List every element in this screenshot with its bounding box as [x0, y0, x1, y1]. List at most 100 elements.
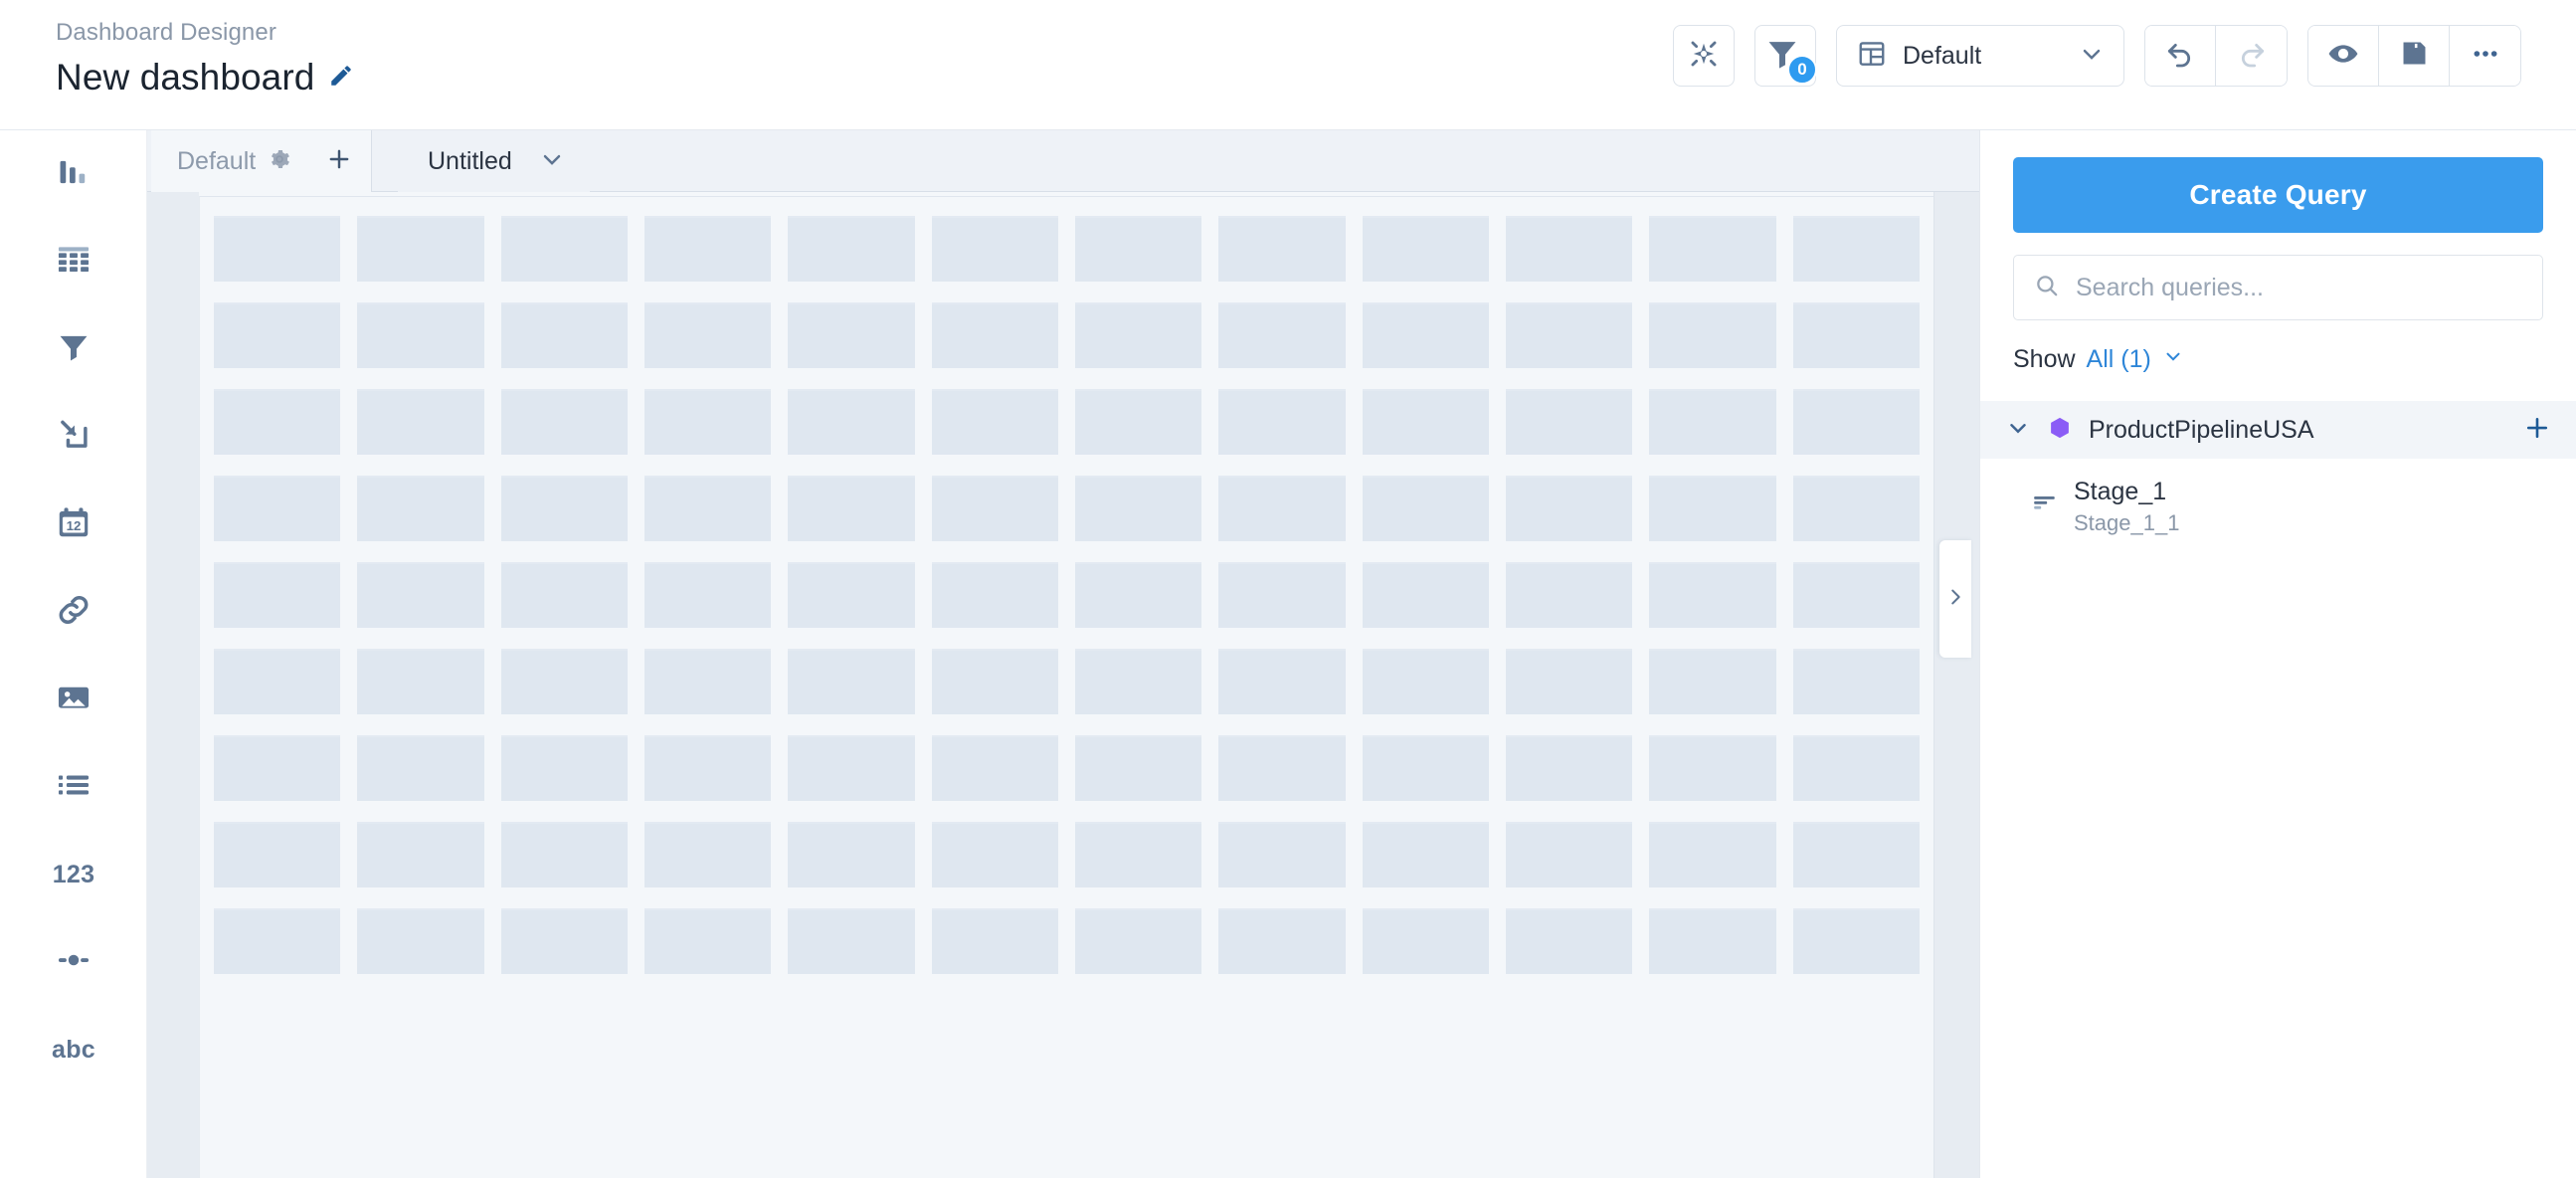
gear-icon[interactable] — [268, 147, 291, 176]
create-query-button[interactable]: Create Query — [2013, 157, 2543, 233]
grid-cell[interactable] — [357, 735, 484, 801]
grid-cell[interactable] — [931, 822, 1058, 887]
grid-cell[interactable] — [500, 562, 628, 628]
grid-cell[interactable] — [1792, 649, 1920, 714]
filter-button[interactable]: 0 — [1754, 25, 1817, 87]
grid-cell[interactable] — [1075, 822, 1202, 887]
grid-cell[interactable] — [1792, 216, 1920, 282]
grid-cell[interactable] — [1649, 389, 1776, 455]
grid-cell[interactable] — [1649, 822, 1776, 887]
grid-cell[interactable] — [1075, 389, 1202, 455]
grid-cell[interactable] — [500, 302, 628, 368]
grid-cell[interactable] — [788, 735, 915, 801]
grid-cell[interactable] — [357, 302, 484, 368]
query-item-row[interactable]: Stage_1 Stage_1_1 — [1980, 459, 2576, 551]
grid-cell[interactable] — [931, 908, 1058, 974]
preview-button[interactable] — [2308, 26, 2379, 86]
grid-cell[interactable] — [931, 649, 1058, 714]
search-queries-field[interactable] — [2013, 255, 2543, 320]
tab-default[interactable]: Default — [151, 130, 315, 192]
grid-cell[interactable] — [500, 476, 628, 541]
grid-cell[interactable] — [500, 216, 628, 282]
grid-cell[interactable] — [1075, 476, 1202, 541]
chevron-down-icon[interactable] — [2005, 415, 2031, 446]
pencil-icon[interactable] — [328, 63, 354, 94]
grid-cell[interactable] — [214, 908, 341, 974]
grid-cell[interactable] — [500, 649, 628, 714]
grid-cell[interactable] — [357, 562, 484, 628]
chevron-down-icon[interactable] — [2162, 345, 2184, 374]
grid-cell[interactable] — [1506, 562, 1633, 628]
grid-cell[interactable] — [931, 216, 1058, 282]
grid-cell[interactable] — [788, 908, 915, 974]
grid-cell[interactable] — [788, 216, 915, 282]
grid-cell[interactable] — [931, 562, 1058, 628]
grid-cell[interactable] — [357, 649, 484, 714]
grid-cell[interactable] — [1218, 216, 1346, 282]
sparkle-button[interactable] — [1673, 25, 1735, 87]
rail-item-table[interactable] — [0, 218, 147, 305]
grid-cell[interactable] — [500, 735, 628, 801]
grid-cell[interactable] — [1649, 735, 1776, 801]
canvas-board[interactable] — [199, 196, 1933, 1178]
grid-cell[interactable] — [214, 822, 341, 887]
search-input[interactable] — [2076, 273, 2522, 302]
grid-cell[interactable] — [1506, 216, 1633, 282]
grid-cell[interactable] — [357, 476, 484, 541]
grid-cell[interactable] — [1075, 216, 1202, 282]
grid-cell[interactable] — [1506, 302, 1633, 368]
grid-cell[interactable] — [1218, 908, 1346, 974]
grid-cell[interactable] — [644, 562, 772, 628]
more-options-button[interactable] — [2450, 26, 2520, 86]
grid-cell[interactable] — [214, 735, 341, 801]
grid-cell[interactable] — [1362, 302, 1489, 368]
grid-cell[interactable] — [1362, 822, 1489, 887]
grid-cell[interactable] — [214, 562, 341, 628]
rail-item-input[interactable] — [0, 393, 147, 481]
grid-cell[interactable] — [1649, 908, 1776, 974]
grid-cell[interactable] — [931, 735, 1058, 801]
rail-item-calendar[interactable]: 12 — [0, 481, 147, 568]
grid-cell[interactable] — [214, 649, 341, 714]
grid-cell[interactable] — [644, 908, 772, 974]
grid-cell[interactable] — [214, 216, 341, 282]
grid-cell[interactable] — [644, 735, 772, 801]
rail-item-number[interactable]: 123 — [0, 831, 147, 918]
rail-item-list[interactable] — [0, 743, 147, 831]
grid-cell[interactable] — [1362, 649, 1489, 714]
grid-cell[interactable] — [1506, 908, 1633, 974]
chevron-down-icon[interactable] — [538, 145, 566, 178]
rail-item-link[interactable] — [0, 568, 147, 656]
rail-item-text[interactable]: abc — [0, 1006, 147, 1093]
grid-cell[interactable] — [1075, 908, 1202, 974]
grid-cell[interactable] — [644, 216, 772, 282]
grid-cell[interactable] — [1792, 476, 1920, 541]
grid-cell[interactable] — [1792, 302, 1920, 368]
grid-cell[interactable] — [1506, 735, 1633, 801]
grid-cell[interactable] — [1792, 908, 1920, 974]
grid-cell[interactable] — [1362, 216, 1489, 282]
rail-item-image[interactable] — [0, 656, 147, 743]
add-query-icon[interactable] — [2522, 413, 2552, 448]
grid-cell[interactable] — [1218, 822, 1346, 887]
save-button[interactable] — [2379, 26, 2450, 86]
grid-cell[interactable] — [357, 216, 484, 282]
grid-cell[interactable] — [644, 302, 772, 368]
grid-cell[interactable] — [1649, 216, 1776, 282]
grid-cell[interactable] — [357, 822, 484, 887]
grid-cell[interactable] — [1218, 476, 1346, 541]
grid-cell[interactable] — [357, 908, 484, 974]
grid-cell[interactable] — [1362, 476, 1489, 541]
grid-cell[interactable] — [1362, 908, 1489, 974]
grid-cell[interactable] — [1649, 562, 1776, 628]
grid-cell[interactable] — [644, 822, 772, 887]
dashboard-canvas[interactable] — [147, 192, 1979, 1178]
rail-item-slider[interactable] — [0, 918, 147, 1006]
redo-button[interactable] — [2216, 26, 2287, 86]
tab-untitled[interactable]: Untitled — [398, 130, 590, 192]
grid-cell[interactable] — [644, 649, 772, 714]
grid-cell[interactable] — [357, 389, 484, 455]
grid-cell[interactable] — [500, 389, 628, 455]
grid-cell[interactable] — [1362, 389, 1489, 455]
grid-cell[interactable] — [788, 476, 915, 541]
